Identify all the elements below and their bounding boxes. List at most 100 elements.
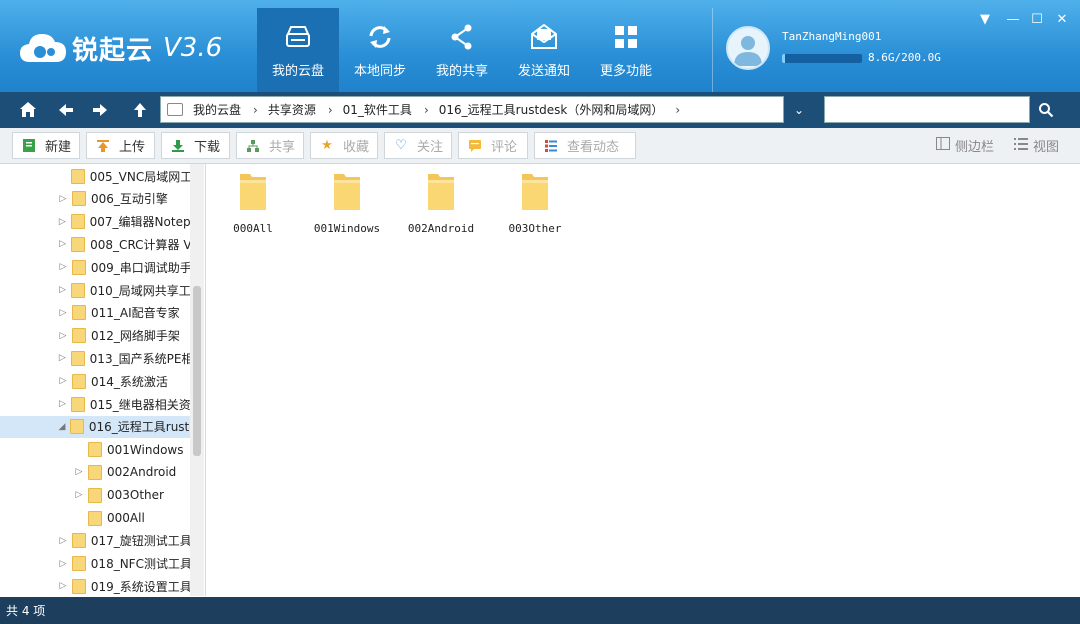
search-input[interactable] — [824, 96, 1030, 123]
search-button[interactable] — [1031, 96, 1060, 123]
tree-item[interactable]: ▷ 013_国产系统PE相关 — [0, 347, 190, 369]
share-button[interactable]: 共享 — [236, 132, 304, 159]
tree-expand-icon[interactable]: ▷ — [58, 285, 67, 295]
breadcrumb-item[interactable]: 我的云盘 — [193, 101, 241, 118]
tree-item[interactable]: ▷ 015_继电器相关资料 — [0, 393, 190, 415]
nav-send-notice[interactable]: 发送通知 — [503, 8, 585, 92]
tree-item-label: 006_互动引擎 — [91, 192, 168, 207]
tree-item-label: 019_系统设置工具 — [90, 579, 190, 594]
file-name: 003Other — [508, 222, 562, 235]
tree-expand-icon[interactable]: ▷ — [58, 536, 68, 546]
path-dropdown-button[interactable]: ⌄ — [786, 96, 812, 123]
tree-expand-icon[interactable]: ▷ — [58, 331, 68, 341]
menu-dropdown-icon[interactable]: ▼ — [975, 12, 995, 27]
breadcrumb-separator: › — [253, 102, 258, 117]
tree-item[interactable]: ▷ 017_旋钮测试工具 — [0, 530, 190, 552]
file-name: 002Android — [407, 222, 475, 235]
file-item[interactable]: 001Windows — [309, 170, 385, 235]
tree-item[interactable]: 005_VNC局域网工具 — [0, 165, 190, 187]
search-icon — [1038, 102, 1053, 117]
nav-my-drive[interactable]: 我的云盘 — [257, 8, 339, 92]
upload-icon — [95, 138, 111, 154]
folder-icon — [71, 556, 86, 572]
tree-item[interactable]: ▷ 011_AI配音专家 — [0, 302, 190, 324]
tree-expand-icon[interactable]: ▷ — [74, 490, 84, 500]
tree-item[interactable]: ▷ 003Other — [0, 484, 190, 506]
favorite-button[interactable]: ★ 收藏 — [310, 132, 378, 159]
nav-label: 发送通知 — [517, 64, 570, 79]
upload-button[interactable]: 上传 — [86, 132, 155, 159]
file-item[interactable]: 000All — [215, 170, 291, 235]
tree-item[interactable]: ▷ 018_NFC测试工具 — [0, 553, 190, 575]
tree-expand-icon[interactable]: ▷ — [58, 399, 67, 409]
minimize-button[interactable]: — — [1003, 12, 1023, 27]
tree-expand-icon[interactable]: ▷ — [58, 581, 68, 591]
comment-button[interactable]: 评论 — [458, 132, 528, 159]
tree-item[interactable]: ▷ 010_局域网共享工具 — [0, 279, 190, 301]
tree-collapse-icon[interactable]: ◢ — [58, 422, 66, 432]
back-button[interactable] — [52, 96, 80, 124]
app-logo: 锐起云 V3.6 — [18, 26, 222, 70]
tree-expand-icon[interactable]: ▷ — [58, 376, 68, 386]
app-window: 锐起云 V3.6 我的云盘 本地同步 我的共享 发送通知 更多功能 TanZha… — [0, 0, 1080, 624]
tree-expand-icon[interactable]: ▷ — [58, 239, 67, 249]
nav-label: 我的云盘 — [271, 64, 324, 79]
sidebar-icon — [936, 137, 950, 154]
tree-expand-icon[interactable]: ▷ — [74, 467, 84, 477]
tree-item[interactable]: ▷ 019_系统设置工具 — [0, 575, 190, 596]
share-label: 共享 — [269, 140, 296, 155]
follow-button[interactable]: ♡ 关注 — [384, 132, 452, 159]
close-button[interactable]: ✕ — [1052, 12, 1072, 27]
tree-item-label: 002Android — [107, 465, 177, 480]
folder-icon — [88, 442, 102, 458]
file-item[interactable]: 002Android — [403, 170, 479, 235]
tree-item[interactable]: ▷ 009_串口调试助手 — [0, 256, 190, 278]
breadcrumb-item[interactable]: 共享资源 — [268, 101, 316, 118]
arrow-right-icon — [93, 104, 107, 116]
tree-expand-icon[interactable]: ▷ — [58, 194, 68, 204]
user-avatar-icon — [734, 36, 762, 66]
nav-my-share[interactable]: 我的共享 — [421, 8, 503, 92]
activity-button[interactable]: 查看动态 — [534, 132, 636, 159]
folder-icon — [71, 578, 86, 594]
tree-expand-icon[interactable]: ▷ — [58, 217, 67, 227]
tree-expand-icon[interactable]: ▷ — [58, 262, 68, 272]
home-button[interactable] — [14, 96, 42, 124]
folder-icon — [88, 464, 102, 480]
tree-item[interactable]: 001Windows — [0, 439, 190, 461]
breadcrumb-item[interactable]: 01_软件工具 — [343, 101, 412, 118]
tree-expand-icon[interactable]: ▷ — [58, 308, 68, 318]
nav-more[interactable]: 更多功能 — [585, 8, 667, 92]
forward-button[interactable] — [86, 96, 114, 124]
tree-item[interactable]: ◢ 016_远程工具rustdesk — [0, 415, 190, 438]
view-toggle[interactable]: 视图 — [1014, 136, 1059, 155]
tree-item[interactable]: ▷ 008_CRC计算器 V1 — [0, 233, 190, 255]
avatar[interactable] — [726, 26, 770, 70]
tree-item[interactable]: ▷ 007_编辑器Notepad — [0, 211, 190, 233]
up-button[interactable] — [126, 96, 154, 124]
file-item[interactable]: 003Other — [497, 170, 573, 235]
home-icon — [20, 102, 36, 117]
download-button[interactable]: 下载 — [161, 132, 230, 159]
path-input[interactable]: 我的云盘 › 共享资源 › 01_软件工具 › 016_远程工具rustdesk… — [160, 96, 784, 123]
tree-scroll-thumb[interactable] — [193, 286, 201, 456]
tree-item[interactable]: ▷ 002Android — [0, 461, 190, 483]
tree-item[interactable]: 000All — [0, 507, 190, 529]
breadcrumb-item[interactable]: 016_远程工具rustdesk（外网和局域网） — [439, 101, 664, 118]
tree-item-label: 003Other — [107, 488, 164, 503]
new-button[interactable]: 新建 — [12, 132, 80, 159]
upload-label: 上传 — [119, 140, 146, 155]
nav-local-sync[interactable]: 本地同步 — [339, 8, 421, 92]
maximize-button[interactable]: ☐ — [1027, 12, 1047, 27]
mail-icon — [531, 23, 557, 49]
tree-item[interactable]: ▷ 012_网络脚手架 — [0, 325, 190, 347]
sidebar-toggle[interactable]: 侧边栏 — [936, 136, 994, 155]
folder-icon — [88, 487, 102, 503]
tree-expand-icon[interactable]: ▷ — [58, 353, 67, 363]
tree-expand-icon[interactable]: ▷ — [58, 559, 68, 569]
tree-item[interactable]: ▷ 014_系统激活 — [0, 370, 190, 392]
username: TanZhangMing001 — [782, 30, 882, 43]
folder-icon — [72, 328, 86, 344]
tree-item-label: 011_AI配音专家 — [91, 306, 180, 321]
tree-item[interactable]: ▷ 006_互动引擎 — [0, 188, 190, 210]
